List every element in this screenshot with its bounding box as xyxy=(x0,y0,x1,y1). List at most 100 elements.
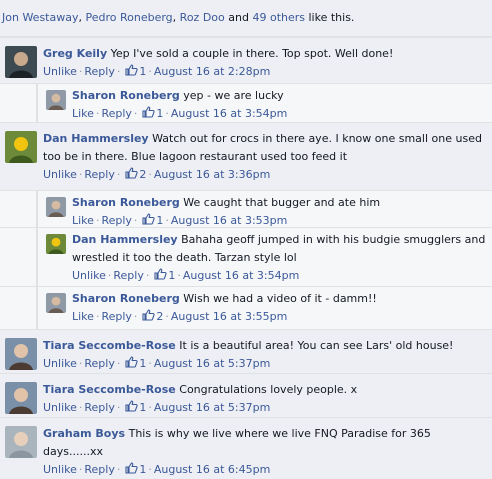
thumbs-up-icon[interactable] xyxy=(142,309,156,321)
comment-author[interactable]: Dan Hammersley xyxy=(43,132,149,145)
comment-text-block: Sharon Roneberg Wish we had a video of i… xyxy=(72,290,486,308)
comment-author[interactable]: Graham Boys xyxy=(43,427,125,440)
like-toggle-link[interactable]: Unlike xyxy=(43,357,77,370)
comment-actions: Unlike · Reply · 2 · August 16 at 3:36pm xyxy=(43,166,486,183)
reply-link[interactable]: Reply xyxy=(101,310,131,323)
comment-author[interactable]: Tiara Seccombe-Rose xyxy=(43,339,176,352)
reply-link[interactable]: Reply xyxy=(84,357,114,370)
thumbs-up-icon[interactable] xyxy=(125,462,138,474)
dot-separator: · xyxy=(116,168,121,181)
like-toggle-link[interactable]: Unlike xyxy=(43,168,77,181)
comment-author[interactable]: Sharon Roneberg xyxy=(72,196,180,209)
reply-gutter xyxy=(36,84,38,122)
like-toggle-link[interactable]: Unlike xyxy=(72,269,106,282)
comment-timestamp[interactable]: August 16 at 3:55pm xyxy=(171,310,287,323)
comment-timestamp[interactable]: August 16 at 5:37pm xyxy=(154,401,270,414)
thumbs-up-icon[interactable] xyxy=(125,400,138,412)
and-text: and xyxy=(224,11,253,24)
reply-link[interactable]: Reply xyxy=(101,107,131,120)
reply-comment: Sharon Roneberg We caught that bugger an… xyxy=(0,190,492,227)
comment-author[interactable]: Sharon Roneberg xyxy=(72,89,180,102)
comment-author[interactable]: Dan Hammersley xyxy=(72,233,178,246)
like-toggle-link[interactable]: Like xyxy=(72,214,94,227)
avatar[interactable] xyxy=(46,197,66,217)
comment-text-block: Sharon Roneberg yep - we are lucky xyxy=(72,87,486,105)
like-this-text: like this. xyxy=(305,11,355,24)
dot-separator: · xyxy=(116,401,121,414)
comment-text: yep - we are lucky xyxy=(183,89,284,102)
comment-body: Dan Hammersley Watch out for crocs in th… xyxy=(43,130,486,183)
thumbs-up-icon[interactable] xyxy=(125,356,138,368)
dot-separator: · xyxy=(177,269,181,282)
dot-separator: · xyxy=(116,357,121,370)
others-link[interactable]: 49 others xyxy=(252,11,305,24)
comment-actions: Unlike · Reply · 1 · August 16 at 3:54pm xyxy=(72,267,486,284)
comment: Dan Hammersley Watch out for crocs in th… xyxy=(0,122,492,190)
comment-timestamp[interactable]: August 16 at 3:53pm xyxy=(171,214,287,227)
dot-separator: · xyxy=(145,269,150,282)
reply-link[interactable]: Reply xyxy=(84,401,114,414)
comment-body: Dan Hammersley Bahaha geoff jumped in wi… xyxy=(72,231,486,284)
comment-actions: Unlike · Reply · 1 · August 16 at 5:37pm xyxy=(43,399,486,416)
comment-timestamp[interactable]: August 16 at 2:28pm xyxy=(154,65,270,78)
comment-timestamp[interactable]: August 16 at 3:36pm xyxy=(154,168,270,181)
like-toggle-link[interactable]: Unlike xyxy=(43,463,77,476)
comment-body: Greg Keily Yep I've sold a couple in the… xyxy=(43,45,486,80)
comment-body: Tiara Seccombe-Rose It is a beautiful ar… xyxy=(43,337,486,372)
reply-link[interactable]: Reply xyxy=(113,269,143,282)
comment-text-block: Sharon Roneberg We caught that bugger an… xyxy=(72,194,486,212)
comment-actions: Unlike · Reply · 1 · August 16 at 6:45pm xyxy=(43,461,486,478)
dot-separator: · xyxy=(148,357,152,370)
reply-link[interactable]: Reply xyxy=(101,214,131,227)
thumbs-up-icon[interactable] xyxy=(142,213,156,225)
comment-text: Yep I've sold a couple in there. Top spo… xyxy=(110,47,394,60)
reply-link[interactable]: Reply xyxy=(84,65,114,78)
liker-link[interactable]: Jon Westaway xyxy=(2,11,78,24)
comment-timestamp[interactable]: August 16 at 5:37pm xyxy=(154,357,270,370)
thumbs-up-icon[interactable] xyxy=(125,167,138,179)
likes-summary: Jon Westaway, Pedro Roneberg, Roz Doo an… xyxy=(0,0,492,37)
avatar[interactable] xyxy=(46,90,66,110)
comment-timestamp[interactable]: August 16 at 6:45pm xyxy=(154,463,270,476)
avatar[interactable] xyxy=(5,426,37,458)
avatar[interactable] xyxy=(5,131,37,163)
avatar[interactable] xyxy=(46,234,66,254)
comment-author[interactable]: Greg Keily xyxy=(43,47,107,60)
reply-link[interactable]: Reply xyxy=(84,463,114,476)
comment-actions: Like · Reply · 1 · August 16 at 3:54pm xyxy=(72,105,486,122)
comment-timestamp[interactable]: August 16 at 3:54pm xyxy=(183,269,299,282)
comment: Greg Keily Yep I've sold a couple in the… xyxy=(0,37,492,83)
separator: , xyxy=(172,11,180,24)
comment-text-block: Greg Keily Yep I've sold a couple in the… xyxy=(43,45,486,63)
liker-link[interactable]: Roz Doo xyxy=(180,11,225,24)
dot-separator: · xyxy=(148,168,152,181)
dot-separator: · xyxy=(133,107,138,120)
comment-text-block: Tiara Seccombe-Rose Congratulations love… xyxy=(43,381,486,399)
avatar[interactable] xyxy=(46,293,66,313)
comment: Graham Boys This is why we live where we… xyxy=(0,417,492,476)
liker-link[interactable]: Pedro Roneberg xyxy=(85,11,172,24)
comment: Tiara Seccombe-Rose It is a beautiful ar… xyxy=(0,329,492,373)
comment-text: Wish we had a video of it - damm!! xyxy=(183,292,377,305)
avatar[interactable] xyxy=(5,46,37,78)
thumbs-up-icon[interactable] xyxy=(125,64,138,76)
thumbs-up-icon[interactable] xyxy=(154,268,167,280)
like-toggle-link[interactable]: Unlike xyxy=(43,65,77,78)
thumbs-up-icon[interactable] xyxy=(142,106,156,118)
comment-author[interactable]: Sharon Roneberg xyxy=(72,292,180,305)
avatar[interactable] xyxy=(5,382,37,414)
avatar[interactable] xyxy=(5,338,37,370)
reply-comment: Dan Hammersley Bahaha geoff jumped in wi… xyxy=(0,227,492,286)
reply-gutter xyxy=(36,287,38,329)
reply-link[interactable]: Reply xyxy=(84,168,114,181)
like-toggle-link[interactable]: Like xyxy=(72,310,94,323)
dot-separator: · xyxy=(165,214,169,227)
like-toggle-link[interactable]: Like xyxy=(72,107,94,120)
like-toggle-link[interactable]: Unlike xyxy=(43,401,77,414)
comment-body: Sharon Roneberg Wish we had a video of i… xyxy=(72,290,486,325)
comment-text: We caught that bugger and ate him xyxy=(183,196,381,209)
comment-author[interactable]: Tiara Seccombe-Rose xyxy=(43,383,176,396)
comment-timestamp[interactable]: August 16 at 3:54pm xyxy=(171,107,287,120)
comment-text: Congratulations lovely people. x xyxy=(179,383,358,396)
dot-separator: · xyxy=(116,463,121,476)
